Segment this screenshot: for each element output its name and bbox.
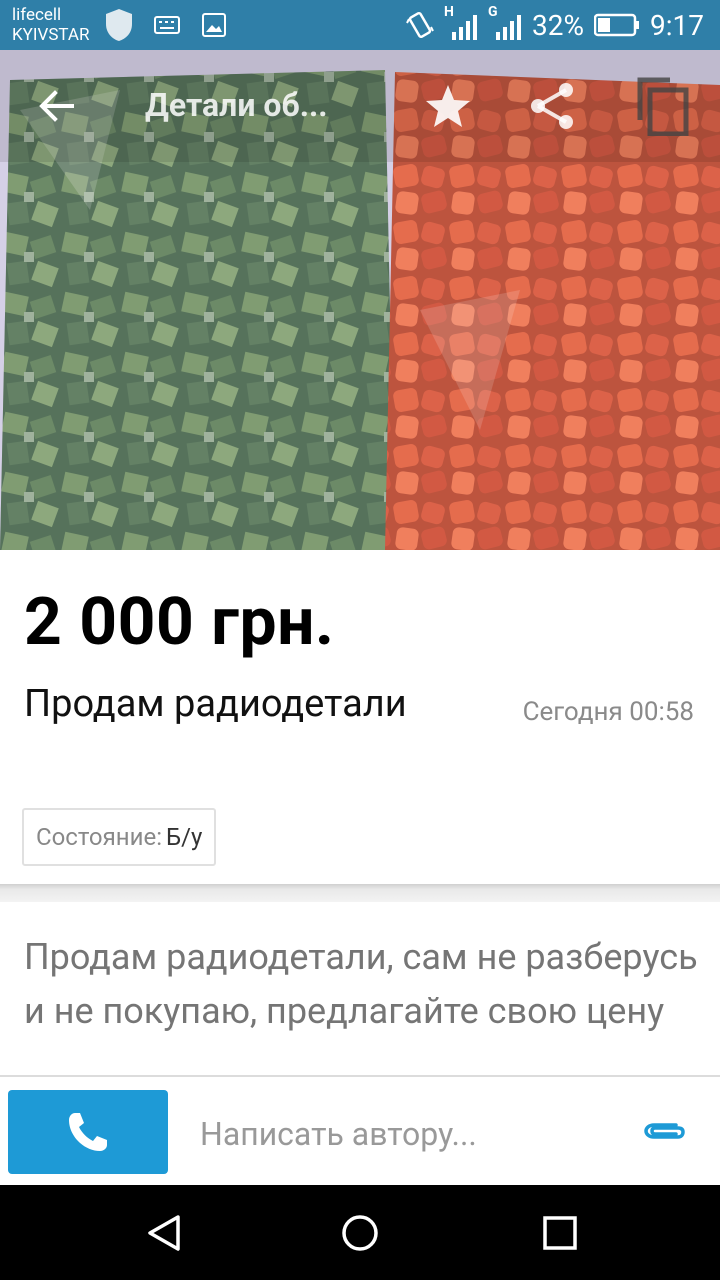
ad-title: Продам радиодетали: [24, 682, 407, 726]
condition-label: Состояние:: [36, 823, 163, 851]
arrow-left-icon: [39, 90, 74, 122]
system-nav-bar: [0, 1185, 720, 1280]
clock: 9:17: [650, 8, 704, 42]
status-bar: lifecell KYIVSTAR H G 32% 9:17: [0, 0, 720, 50]
price: 2 000 грн.: [24, 584, 335, 661]
signal-strength-icon: [452, 15, 478, 40]
carrier-name-1: lifecell: [12, 5, 62, 25]
ad-description: Продам радиодетали, сам не разберусь и н…: [24, 936, 698, 1032]
image-icon: [202, 13, 226, 37]
condition-value: Б/у: [166, 823, 203, 851]
section-divider: [0, 884, 720, 902]
recents-nav-icon[interactable]: [542, 1215, 578, 1251]
battery-percent: 32%: [532, 8, 584, 42]
page-title: Детали об...: [145, 86, 328, 124]
phone-icon: [69, 1113, 107, 1151]
back-nav-icon[interactable]: [144, 1213, 184, 1253]
message-input[interactable]: Написать автору...: [200, 1115, 477, 1153]
keyboard-icon: [154, 16, 180, 34]
status-indicators: H G 32% 9:17: [406, 4, 704, 42]
carrier-info: lifecell KYIVSTAR: [12, 5, 89, 45]
top-toolbar: [0, 50, 720, 162]
carrier-name-2: KYIVSTAR: [12, 25, 90, 45]
attach-button[interactable]: [642, 1117, 686, 1149]
paperclip-icon: [644, 1123, 685, 1139]
vibrate-icon: [406, 11, 434, 39]
favorite-button[interactable]: [420, 76, 476, 136]
copy-icon: [637, 77, 689, 136]
back-button[interactable]: [30, 78, 82, 134]
home-nav-icon[interactable]: [340, 1213, 380, 1253]
ad-date: Сегодня 00:58: [522, 697, 694, 727]
signal-strength-icon: [496, 15, 522, 40]
signal-1: H: [444, 4, 478, 40]
bottom-action-bar: Написать автору...: [0, 1075, 720, 1185]
signal-2: G: [488, 4, 522, 40]
share-button[interactable]: [522, 76, 582, 136]
share-icon: [531, 83, 573, 129]
copy-button[interactable]: [632, 74, 694, 138]
shield-icon: [106, 9, 132, 41]
star-icon: [426, 85, 470, 127]
condition-badge: Состояние: Б/у: [22, 808, 217, 866]
battery-icon: [594, 13, 639, 37]
call-button[interactable]: [8, 1090, 168, 1174]
